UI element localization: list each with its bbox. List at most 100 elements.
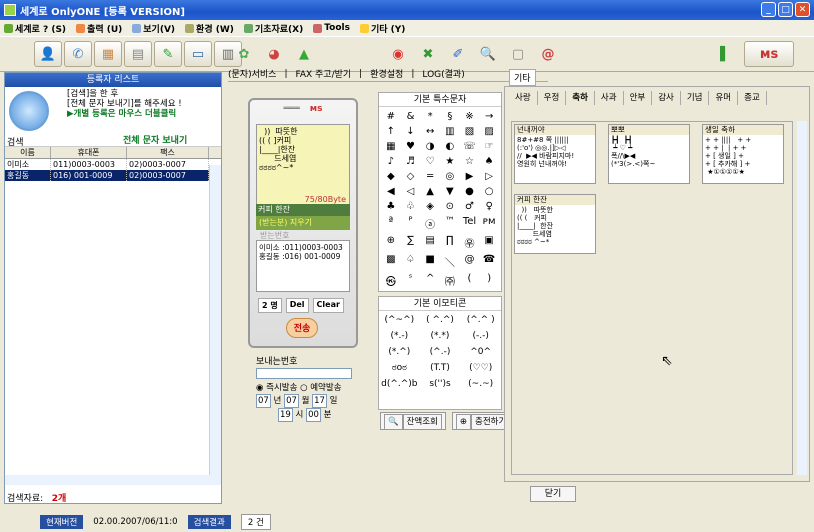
brush-icon[interactable]: ✐ <box>444 41 472 67</box>
special-char[interactable]: ▨ <box>479 126 499 137</box>
special-char[interactable]: ■ <box>420 254 440 269</box>
special-char[interactable]: § <box>440 111 460 122</box>
category-tab[interactable]: 유머 <box>709 91 739 105</box>
special-char[interactable]: & <box>401 111 421 122</box>
special-char[interactable]: ㉾ <box>460 235 480 250</box>
special-char[interactable]: @ <box>460 254 480 269</box>
emoticon-item[interactable]: (^.-) <box>420 347 461 357</box>
menu-item-view[interactable]: 보기(V) <box>132 22 175 35</box>
special-char[interactable]: ♬ <box>401 156 421 167</box>
special-char[interactable]: ™ <box>440 216 460 231</box>
col-mobile[interactable]: 휴대폰 <box>51 147 127 158</box>
special-char[interactable]: ※ <box>460 111 480 122</box>
send-all-button[interactable]: 전체 문자 보내기 <box>123 133 187 146</box>
special-char[interactable]: ↑ <box>381 126 401 137</box>
tree-icon[interactable]: ▲ <box>290 41 318 67</box>
sender-number-select[interactable] <box>256 368 352 379</box>
puzzle-icon[interactable]: ✿ <box>230 41 258 67</box>
close-button[interactable]: ✕ <box>795 2 810 17</box>
category-tab[interactable]: 감사 <box>652 91 681 105</box>
col-name[interactable]: 이름 <box>5 147 51 158</box>
special-char[interactable]: ⊕ <box>381 235 401 250</box>
special-char[interactable]: ☞ <box>479 141 499 152</box>
emoticon-item[interactable]: ಠoಠ <box>379 363 420 373</box>
special-char[interactable]: ▲ <box>420 186 440 197</box>
template-card[interactable]: 넌내꺼야 8#+#8 쪽 |||||| (:'o') ◎◎.|]▷◁ // ▶◀ … <box>514 124 596 184</box>
tab-fax[interactable]: FAX 주고/받기 <box>295 67 351 80</box>
category-tab[interactable]: 축하 <box>566 91 595 105</box>
special-char[interactable]: ♠ <box>479 156 499 167</box>
clear-recipients-button[interactable]: (받는분) 지우기 <box>256 216 350 230</box>
exit-door-icon[interactable]: ▐ <box>706 41 734 67</box>
special-char[interactable]: ˢ <box>401 273 421 288</box>
special-char[interactable]: Tel <box>460 216 480 231</box>
special-char[interactable]: ∑ <box>401 235 421 250</box>
special-char[interactable]: ( <box>460 273 480 288</box>
special-char[interactable]: # <box>381 111 401 122</box>
emoticon-item[interactable]: (^.^ ) <box>460 315 501 325</box>
phone-icon[interactable]: ✆ <box>64 41 92 67</box>
menu-item-env[interactable]: 환경 (W) <box>185 22 234 35</box>
special-char[interactable]: ☎ <box>479 254 499 269</box>
special-char[interactable]: ♥ <box>401 141 421 152</box>
search-label[interactable]: 검색 <box>7 135 24 148</box>
special-char[interactable]: ▥ <box>440 126 460 137</box>
menu-item-segyero[interactable]: 세계로 ? (S) <box>4 22 66 35</box>
special-char[interactable]: ◎ <box>440 171 460 182</box>
special-char[interactable]: ㈜ <box>440 273 460 288</box>
hour-select[interactable]: 19 <box>278 408 293 422</box>
menu-item-tools[interactable]: Tools <box>313 23 350 33</box>
minimize-button[interactable]: _ <box>761 2 776 17</box>
tab-settings[interactable]: 환경설정 <box>370 67 403 80</box>
emoticon-item[interactable]: ^0^ <box>460 347 501 357</box>
special-char[interactable]: ⓐ <box>420 216 440 231</box>
users-icon[interactable]: 👤 <box>34 41 62 67</box>
special-char[interactable]: ★ <box>440 156 460 167</box>
table-row[interactable]: 이미소 011)0003-0003 02)0003-0007 <box>5 159 221 170</box>
special-char[interactable]: ☏ <box>460 141 480 152</box>
special-char[interactable]: ♣ <box>381 201 401 212</box>
special-char[interactable]: ▤ <box>420 235 440 250</box>
menu-item-etc[interactable]: 기타 (Y) <box>359 22 405 35</box>
template-card[interactable]: 커피 한잔 )) 따뜻한 (( ( 커피 |____| 한잔 드세염 ಠಠಠಠ … <box>514 194 596 254</box>
special-char[interactable]: ▣ <box>479 235 499 250</box>
clear-button[interactable]: Clear <box>312 298 344 313</box>
template-card[interactable]: 뽀뽀 ┣┫ ┣┫ ┷ ♡ ┷ 폭//\▶◀ (*'3(>.<)쪽~ <box>608 124 690 184</box>
category-tab[interactable]: 우정 <box>538 91 567 105</box>
special-char[interactable]: ◇ <box>401 171 421 182</box>
category-tab[interactable]: 사랑 <box>509 91 538 105</box>
special-char[interactable]: ◀ <box>381 186 401 197</box>
month-select[interactable]: 07 <box>284 394 299 408</box>
special-char[interactable]: ♂ <box>460 201 480 212</box>
year-select[interactable]: 07 <box>256 394 271 408</box>
special-char[interactable]: ^ <box>420 273 440 288</box>
menu-item-print[interactable]: 출력 (U) <box>76 22 122 35</box>
category-tab[interactable]: 사과 <box>595 91 624 105</box>
special-char[interactable]: * <box>420 111 440 122</box>
emoticon-item[interactable]: (~.~) <box>460 379 501 389</box>
send-button[interactable]: 전송 <box>286 318 318 338</box>
special-char[interactable]: ↔ <box>420 126 440 137</box>
col-fax[interactable]: 팩스 <box>127 147 209 158</box>
paste-bar[interactable]: 커피 한잔 <box>256 204 350 216</box>
day-select[interactable]: 17 <box>312 394 327 408</box>
special-char[interactable]: ☆ <box>460 156 480 167</box>
tab-log[interactable]: LOG(결과) <box>422 67 464 80</box>
recipient-list[interactable]: 이미소 :011)0003-0003 홍길동 :016) 001-0009 <box>256 240 350 292</box>
emoticon-item[interactable]: (T.T) <box>420 363 461 373</box>
special-char[interactable]: ⊙ <box>440 201 460 212</box>
special-char[interactable]: ◑ <box>420 141 440 152</box>
emoticon-item[interactable]: (*.^) <box>379 347 420 357</box>
special-char[interactable]: ᴾ <box>401 216 421 231</box>
note-icon[interactable]: ▤ <box>124 41 152 67</box>
at-icon[interactable]: @ <box>534 41 562 67</box>
special-char[interactable]: ♧ <box>401 201 421 212</box>
maximize-button[interactable]: □ <box>778 2 793 17</box>
emoticon-item[interactable]: (*.-) <box>379 331 420 341</box>
menu-item-base[interactable]: 기초자료(X) <box>243 22 303 35</box>
special-char[interactable]: ㉿ <box>381 273 401 288</box>
vertical-scrollbar[interactable] <box>209 165 221 475</box>
card-icon[interactable]: ▭ <box>184 41 212 67</box>
special-char[interactable]: ▧ <box>460 126 480 137</box>
special-char[interactable]: ＼ <box>440 254 460 269</box>
